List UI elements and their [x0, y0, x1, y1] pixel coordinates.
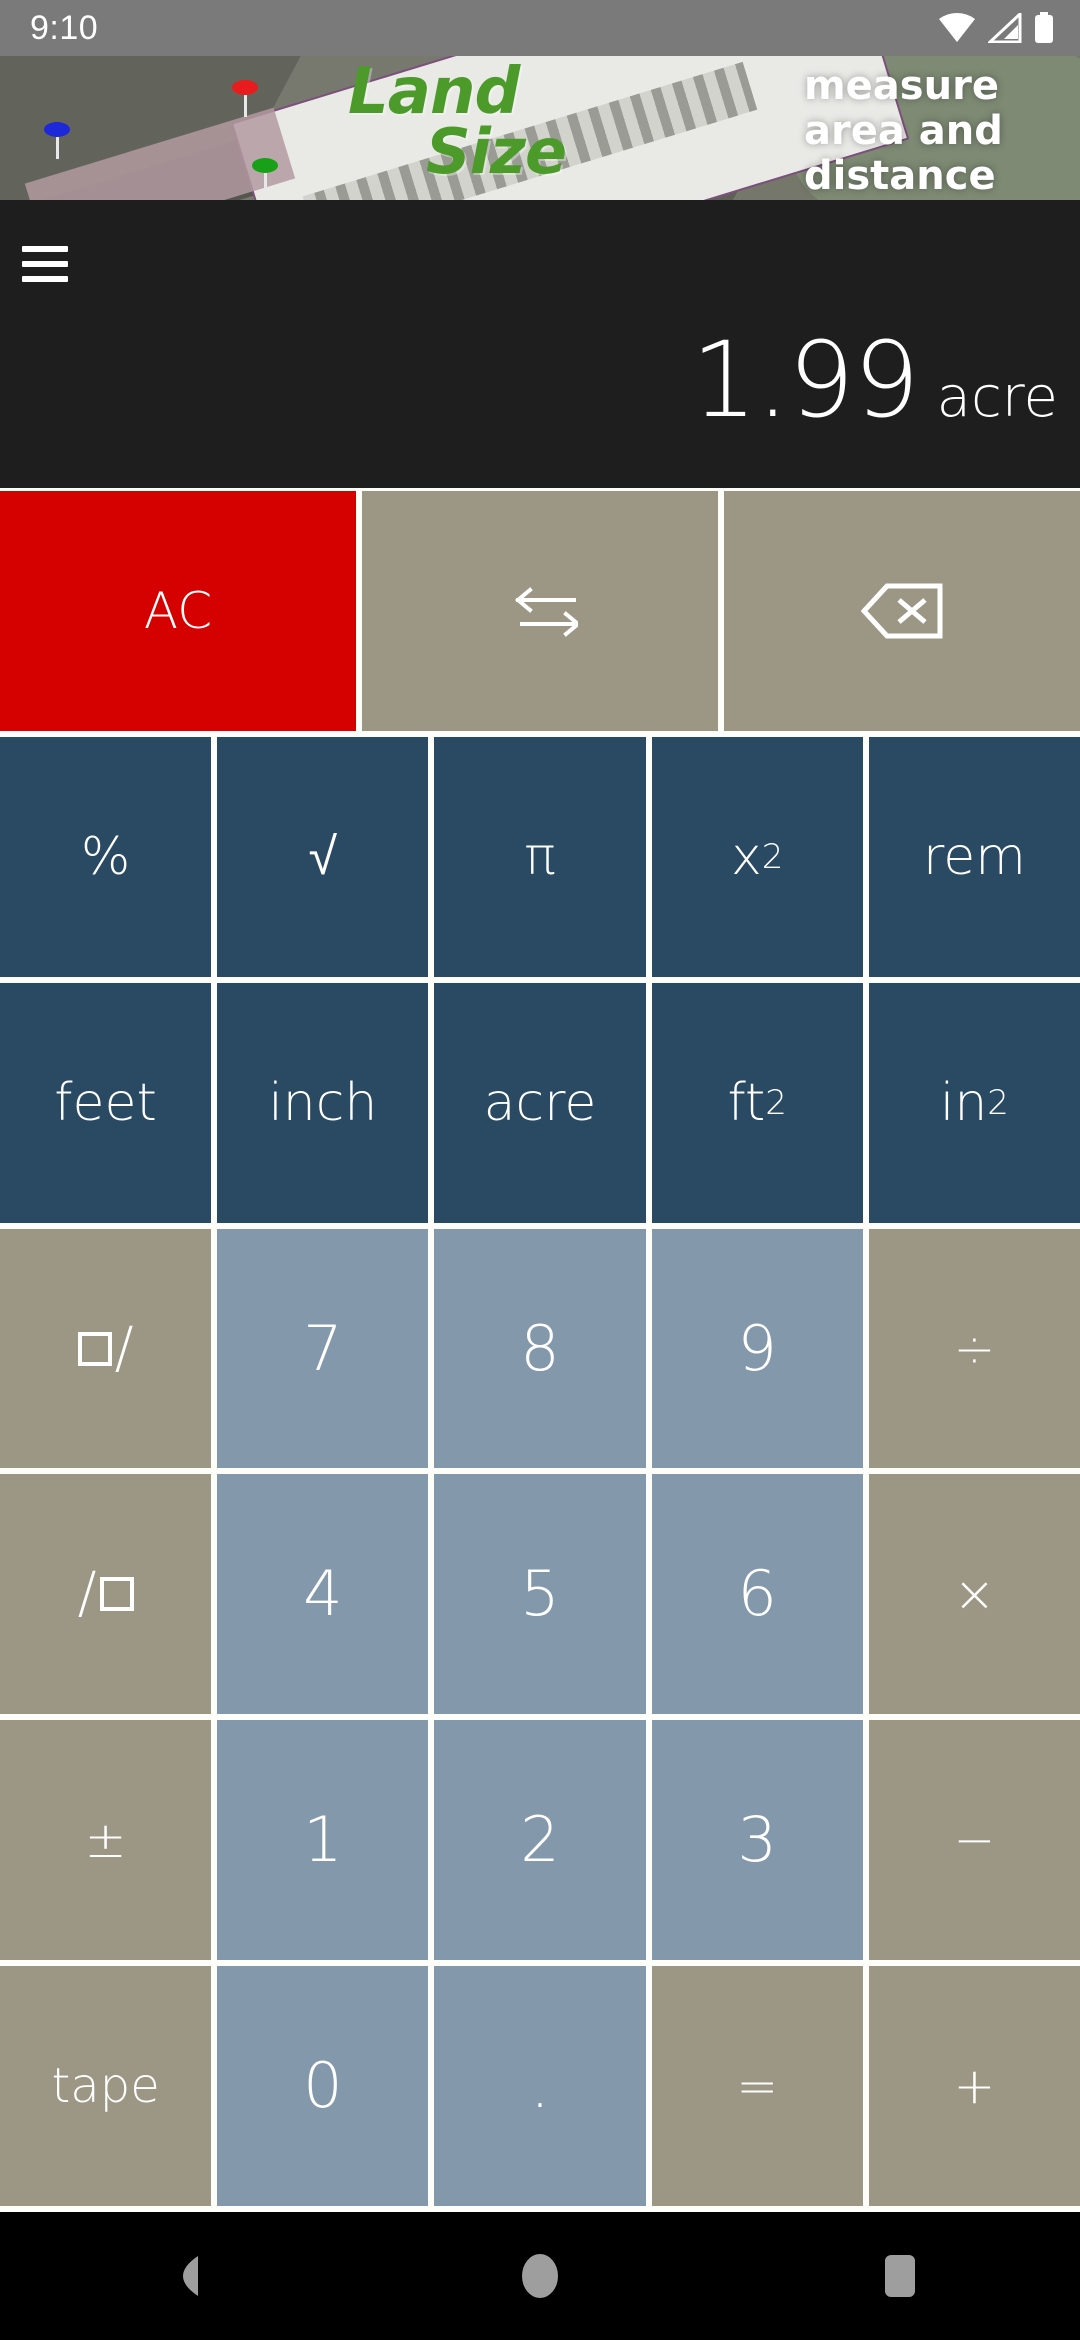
- unit-acre-button[interactable]: acre: [434, 982, 646, 1223]
- minus-button[interactable]: −: [868, 1720, 1080, 1961]
- status-bar: 9:10: [0, 0, 1080, 56]
- digit-3-button[interactable]: 3: [651, 1720, 863, 1961]
- battery-icon: [1034, 12, 1054, 44]
- decimal-point-button[interactable]: .: [434, 1966, 646, 2207]
- swap-units-button[interactable]: [362, 491, 718, 731]
- digit-7-button[interactable]: 7: [217, 1228, 429, 1469]
- ad-tagline: measure area and distance: [804, 64, 1080, 198]
- square-root-button[interactable]: √: [217, 736, 429, 977]
- equals-button[interactable]: =: [651, 1966, 863, 2207]
- digit-0-button[interactable]: 0: [217, 1966, 429, 2207]
- digit-8-button[interactable]: 8: [434, 1228, 646, 1469]
- unit-square-inch-button[interactable]: in 2: [868, 982, 1080, 1223]
- keypad-row-7-8-9: / 7 8 9 ÷: [0, 1228, 1080, 1475]
- divide-button[interactable]: ÷: [868, 1228, 1080, 1469]
- remainder-button[interactable]: rem: [868, 736, 1080, 977]
- digit-6-button[interactable]: 6: [651, 1474, 863, 1715]
- keypad-row-0: tape 0 . = +: [0, 1966, 1080, 2212]
- digit-5-button[interactable]: 5: [434, 1474, 646, 1715]
- ad-logo-line2: Size: [426, 114, 567, 188]
- digit-2-button[interactable]: 2: [434, 1720, 646, 1961]
- keypad-row-units: feet inch acre ft 2 in 2: [0, 982, 1080, 1229]
- keypad-row-top: AC: [0, 488, 1080, 737]
- x-squared-button[interactable]: x2: [651, 736, 863, 977]
- digit-4-button[interactable]: 4: [217, 1474, 429, 1715]
- phone-screen: 9:10 Land Size measure area and distance…: [0, 0, 1080, 2340]
- recents-square-icon[interactable]: [840, 2212, 960, 2340]
- ad-tagline-line2: area and: [804, 107, 1003, 154]
- fraction-numerator-button[interactable]: /: [0, 1228, 212, 1469]
- calculator-display: 1.99 acre: [0, 200, 1080, 488]
- result-readout: 1.99 acre: [691, 328, 1058, 432]
- cell-signal-icon: [988, 13, 1022, 43]
- backspace-button[interactable]: [724, 491, 1080, 731]
- ad-logo: Land Size: [348, 56, 567, 188]
- unit-inch-button[interactable]: inch: [217, 982, 429, 1223]
- unit-feet-button[interactable]: feet: [0, 982, 212, 1223]
- all-clear-button[interactable]: AC: [0, 491, 356, 731]
- digit-1-button[interactable]: 1: [217, 1720, 429, 1961]
- green-map-pin: [252, 158, 278, 195]
- hamburger-menu-icon[interactable]: [22, 246, 68, 282]
- status-time: 9:10: [30, 8, 99, 47]
- blue-map-pin: [44, 122, 70, 159]
- wifi-icon: [938, 13, 976, 43]
- ad-banner[interactable]: Land Size measure area and distance: [0, 56, 1080, 200]
- status-icons: [938, 12, 1054, 44]
- ad-tagline-line3: distance: [804, 152, 996, 199]
- ad-logo-line1: Land: [348, 56, 520, 129]
- digit-9-button[interactable]: 9: [651, 1228, 863, 1469]
- plus-button[interactable]: +: [868, 1966, 1080, 2207]
- ad-tagline-line1: measure: [804, 63, 999, 109]
- android-nav-bar: [0, 2212, 1080, 2340]
- percent-button[interactable]: %: [0, 736, 212, 977]
- red-map-pin: [232, 80, 258, 117]
- keypad-row-functions: % √ π x2 rem: [0, 736, 1080, 983]
- calculator-keypad: AC % √ π x2 rem feet inch acre ft 2 in 2…: [0, 488, 1080, 2212]
- keypad-row-4-5-6: / 4 5 6 ×: [0, 1474, 1080, 1720]
- keypad-row-1-2-3: ± 1 2 3 −: [0, 1720, 1080, 1966]
- multiply-button[interactable]: ×: [868, 1474, 1080, 1715]
- home-circle-icon[interactable]: [480, 2212, 600, 2340]
- unit-square-feet-button[interactable]: ft 2: [651, 982, 863, 1223]
- fraction-denominator-button[interactable]: /: [0, 1474, 212, 1715]
- tape-button[interactable]: tape: [0, 1966, 212, 2207]
- result-value: 1.99: [691, 319, 920, 441]
- back-triangle-icon[interactable]: [120, 2212, 240, 2340]
- plus-minus-button[interactable]: ±: [0, 1720, 212, 1961]
- pi-button[interactable]: π: [434, 736, 646, 977]
- result-unit: acre: [936, 365, 1058, 430]
